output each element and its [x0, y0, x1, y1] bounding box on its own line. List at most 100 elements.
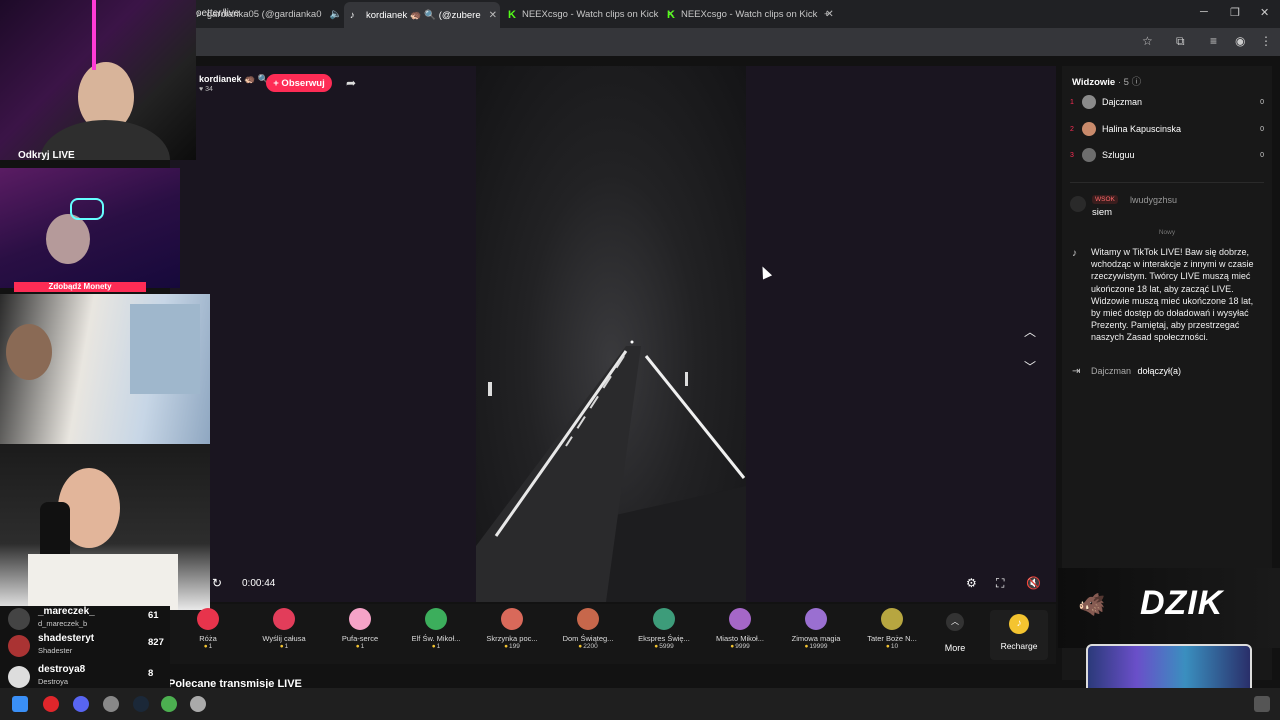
- gift-item[interactable]: Skrzynka poc...199: [474, 606, 550, 662]
- recharge-button[interactable]: ♪ Recharge: [990, 610, 1048, 660]
- window-view: [130, 304, 200, 394]
- viewer-name: Szluguu: [1102, 150, 1135, 160]
- host-name[interactable]: kordianek 🦔 🔍: [199, 74, 269, 85]
- gift-item[interactable]: Tater Boże N...10: [854, 606, 930, 662]
- gift-icon: [805, 608, 827, 630]
- tab-title: NEEXcsgo - Watch clips on Kick: [680, 8, 818, 20]
- follower-sub: d_mareczek_b: [38, 619, 88, 628]
- gift-price: 10: [854, 643, 930, 650]
- chrome-icon[interactable]: [161, 696, 177, 712]
- host-likes: ♥ 34: [199, 86, 213, 93]
- steam-icon[interactable]: [133, 696, 149, 712]
- gift-item[interactable]: Wyślij całusa1: [246, 606, 322, 662]
- follower-name: destroya8: [38, 664, 86, 675]
- gift-name: Wyślij całusa: [262, 634, 306, 643]
- gift-icon: [273, 608, 295, 630]
- gift-item[interactable]: Dom Świąteg...2200: [550, 606, 626, 662]
- refresh-icon[interactable]: ↻: [212, 576, 222, 590]
- divider: [1070, 182, 1264, 183]
- chevron-down-icon[interactable]: ﹀: [1024, 358, 1036, 375]
- viewers-header: Widzowie · 5 ⓘ: [1072, 74, 1141, 88]
- settings-app-icon[interactable]: [190, 696, 206, 712]
- browser-tab-2[interactable]: ♪ kordianek 🦔 🔍 (@zubere ✕: [344, 2, 500, 28]
- streamer-figure: [6, 324, 52, 380]
- notification-icon[interactable]: [1254, 696, 1270, 712]
- share-icon[interactable]: ➦: [346, 76, 356, 90]
- browser-tab-3[interactable]: K NEEXcsgo - Watch clips on Kick ✕: [508, 4, 675, 24]
- info-icon[interactable]: ⓘ: [1132, 77, 1142, 88]
- close-icon[interactable]: ✕: [489, 10, 497, 21]
- gift-icon: [501, 608, 523, 630]
- mute-icon[interactable]: 🔇: [1026, 576, 1041, 590]
- avatar: [1082, 122, 1096, 136]
- viewer-rank: 3: [1070, 151, 1074, 159]
- streamer-figure: [46, 214, 90, 264]
- follower-sub: Shadester: [38, 646, 73, 655]
- gift-icon: [197, 608, 219, 630]
- windows-start-icon[interactable]: [12, 696, 28, 712]
- chevron-up-icon[interactable]: ︿: [1024, 323, 1036, 340]
- menu-icon[interactable]: ⋮: [1260, 34, 1272, 48]
- webcam-overlay-2: [0, 168, 180, 288]
- video-frame[interactable]: [476, 66, 746, 602]
- avatar: [1070, 196, 1086, 212]
- follower-row[interactable]: _mareczek_ d_mareczek_b 61: [8, 606, 168, 630]
- follower-row[interactable]: shadesteryt Shadester 827: [8, 633, 168, 657]
- fullscreen-icon[interactable]: ⛶: [996, 576, 1004, 591]
- gift-name: Miasto Mikoł...: [716, 634, 764, 643]
- gift-item[interactable]: Pufa-serce1: [322, 606, 398, 662]
- gift-item[interactable]: Elf Św. Mikoł...1: [398, 606, 474, 662]
- avatar: [8, 608, 30, 630]
- browser-tab-4[interactable]: K NEEXcsgo - Watch clips on Kick ✕: [667, 4, 834, 24]
- more-gifts-button[interactable]: ︿ More: [940, 613, 970, 653]
- gift-name: Zimowa magia: [791, 634, 841, 643]
- gift-name: Skrzynka poc...: [486, 634, 538, 643]
- viewer-row[interactable]: 2 Halina Kapuscinska 0: [1070, 120, 1264, 138]
- microphone: [40, 502, 70, 562]
- gift-item[interactable]: Miasto Mikoł...9999: [702, 606, 778, 662]
- minimize-icon[interactable]: ─: [1200, 6, 1208, 18]
- viewer-rank: 1: [1070, 98, 1074, 106]
- join-username[interactable]: Dajczman: [1091, 366, 1131, 376]
- profile-icon[interactable]: ◉: [1235, 34, 1245, 48]
- chevron-up-icon: ︿: [946, 613, 964, 631]
- follow-button[interactable]: + Obserwuj: [266, 74, 332, 92]
- viewer-row[interactable]: 3 Szluguu 0: [1070, 146, 1264, 164]
- gift-item[interactable]: Róża1: [170, 606, 246, 662]
- window-close-icon[interactable]: ✕: [1260, 6, 1269, 19]
- webcam-overlay-3: [0, 294, 210, 444]
- extensions-icon[interactable]: ⧉: [1176, 34, 1185, 49]
- gift-item[interactable]: Ekspres Świę...5999: [626, 606, 702, 662]
- gift-item[interactable]: Zimowa magia19999: [778, 606, 854, 662]
- kick-icon: K: [508, 9, 516, 21]
- follower-row[interactable]: destroya8 Destroya 8: [8, 664, 168, 688]
- viewer-row[interactable]: 1 Dajczman 0: [1070, 93, 1264, 111]
- gift-icon: [425, 608, 447, 630]
- new-messages-divider: Nowy: [1158, 229, 1176, 236]
- avatar: [1082, 95, 1096, 109]
- follower-count: 61: [148, 610, 159, 621]
- gift-price: 1: [398, 643, 474, 650]
- webcam-overlay-1: [0, 0, 196, 160]
- join-text: dołączył(a): [1137, 366, 1182, 376]
- viewers-title: Widzowie: [1072, 77, 1116, 88]
- media-icon[interactable]: ≡: [1210, 34, 1217, 48]
- gift-icon: [349, 608, 371, 630]
- tiktok-icon: ♪: [1072, 248, 1077, 259]
- gift-price: 199: [474, 643, 550, 650]
- bookmark-star-icon[interactable]: ☆: [1142, 34, 1153, 48]
- avatar: [8, 635, 30, 657]
- app-icon[interactable]: [103, 696, 119, 712]
- url-field[interactable]: oetter/live: [196, 8, 239, 19]
- opera-icon[interactable]: [43, 696, 59, 712]
- coin-icon: ♪: [1009, 614, 1029, 634]
- maximize-icon[interactable]: ❐: [1230, 6, 1240, 19]
- settings-icon[interactable]: ⚙: [966, 576, 977, 590]
- gift-name: Róża: [199, 634, 217, 643]
- new-tab-button[interactable]: +: [824, 4, 830, 24]
- chat-message: siem: [1092, 207, 1113, 218]
- viewer-score: 0: [1260, 98, 1264, 106]
- chat-username[interactable]: lwudygzhsu: [1130, 195, 1177, 205]
- tab-title: kordianek 🦔 🔍 (@zubere: [366, 9, 481, 21]
- discord-icon[interactable]: [73, 696, 89, 712]
